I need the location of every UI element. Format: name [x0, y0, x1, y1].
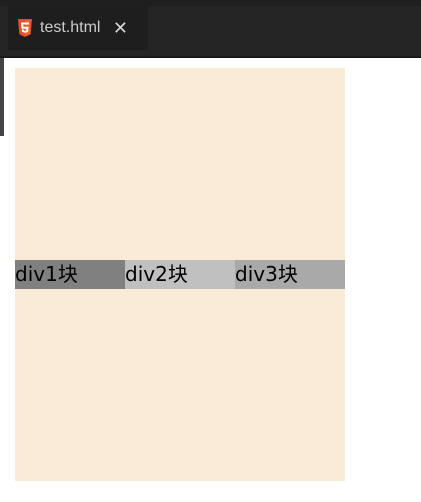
div2-block: div2块: [125, 260, 235, 289]
div1-block: div1块: [15, 260, 125, 289]
tab-bar-divider: [0, 56, 421, 58]
window-left-edge: [0, 58, 4, 136]
close-icon[interactable]: ✕: [112, 18, 128, 39]
tab-test-html[interactable]: test.html ✕: [8, 6, 148, 50]
editor-tab-bar: test.html ✕: [0, 0, 421, 56]
preview-container: div1块 div2块 div3块: [15, 68, 345, 481]
tab-title: test.html: [40, 19, 101, 36]
div3-block: div3块: [235, 260, 345, 289]
html5-icon: [18, 19, 32, 37]
